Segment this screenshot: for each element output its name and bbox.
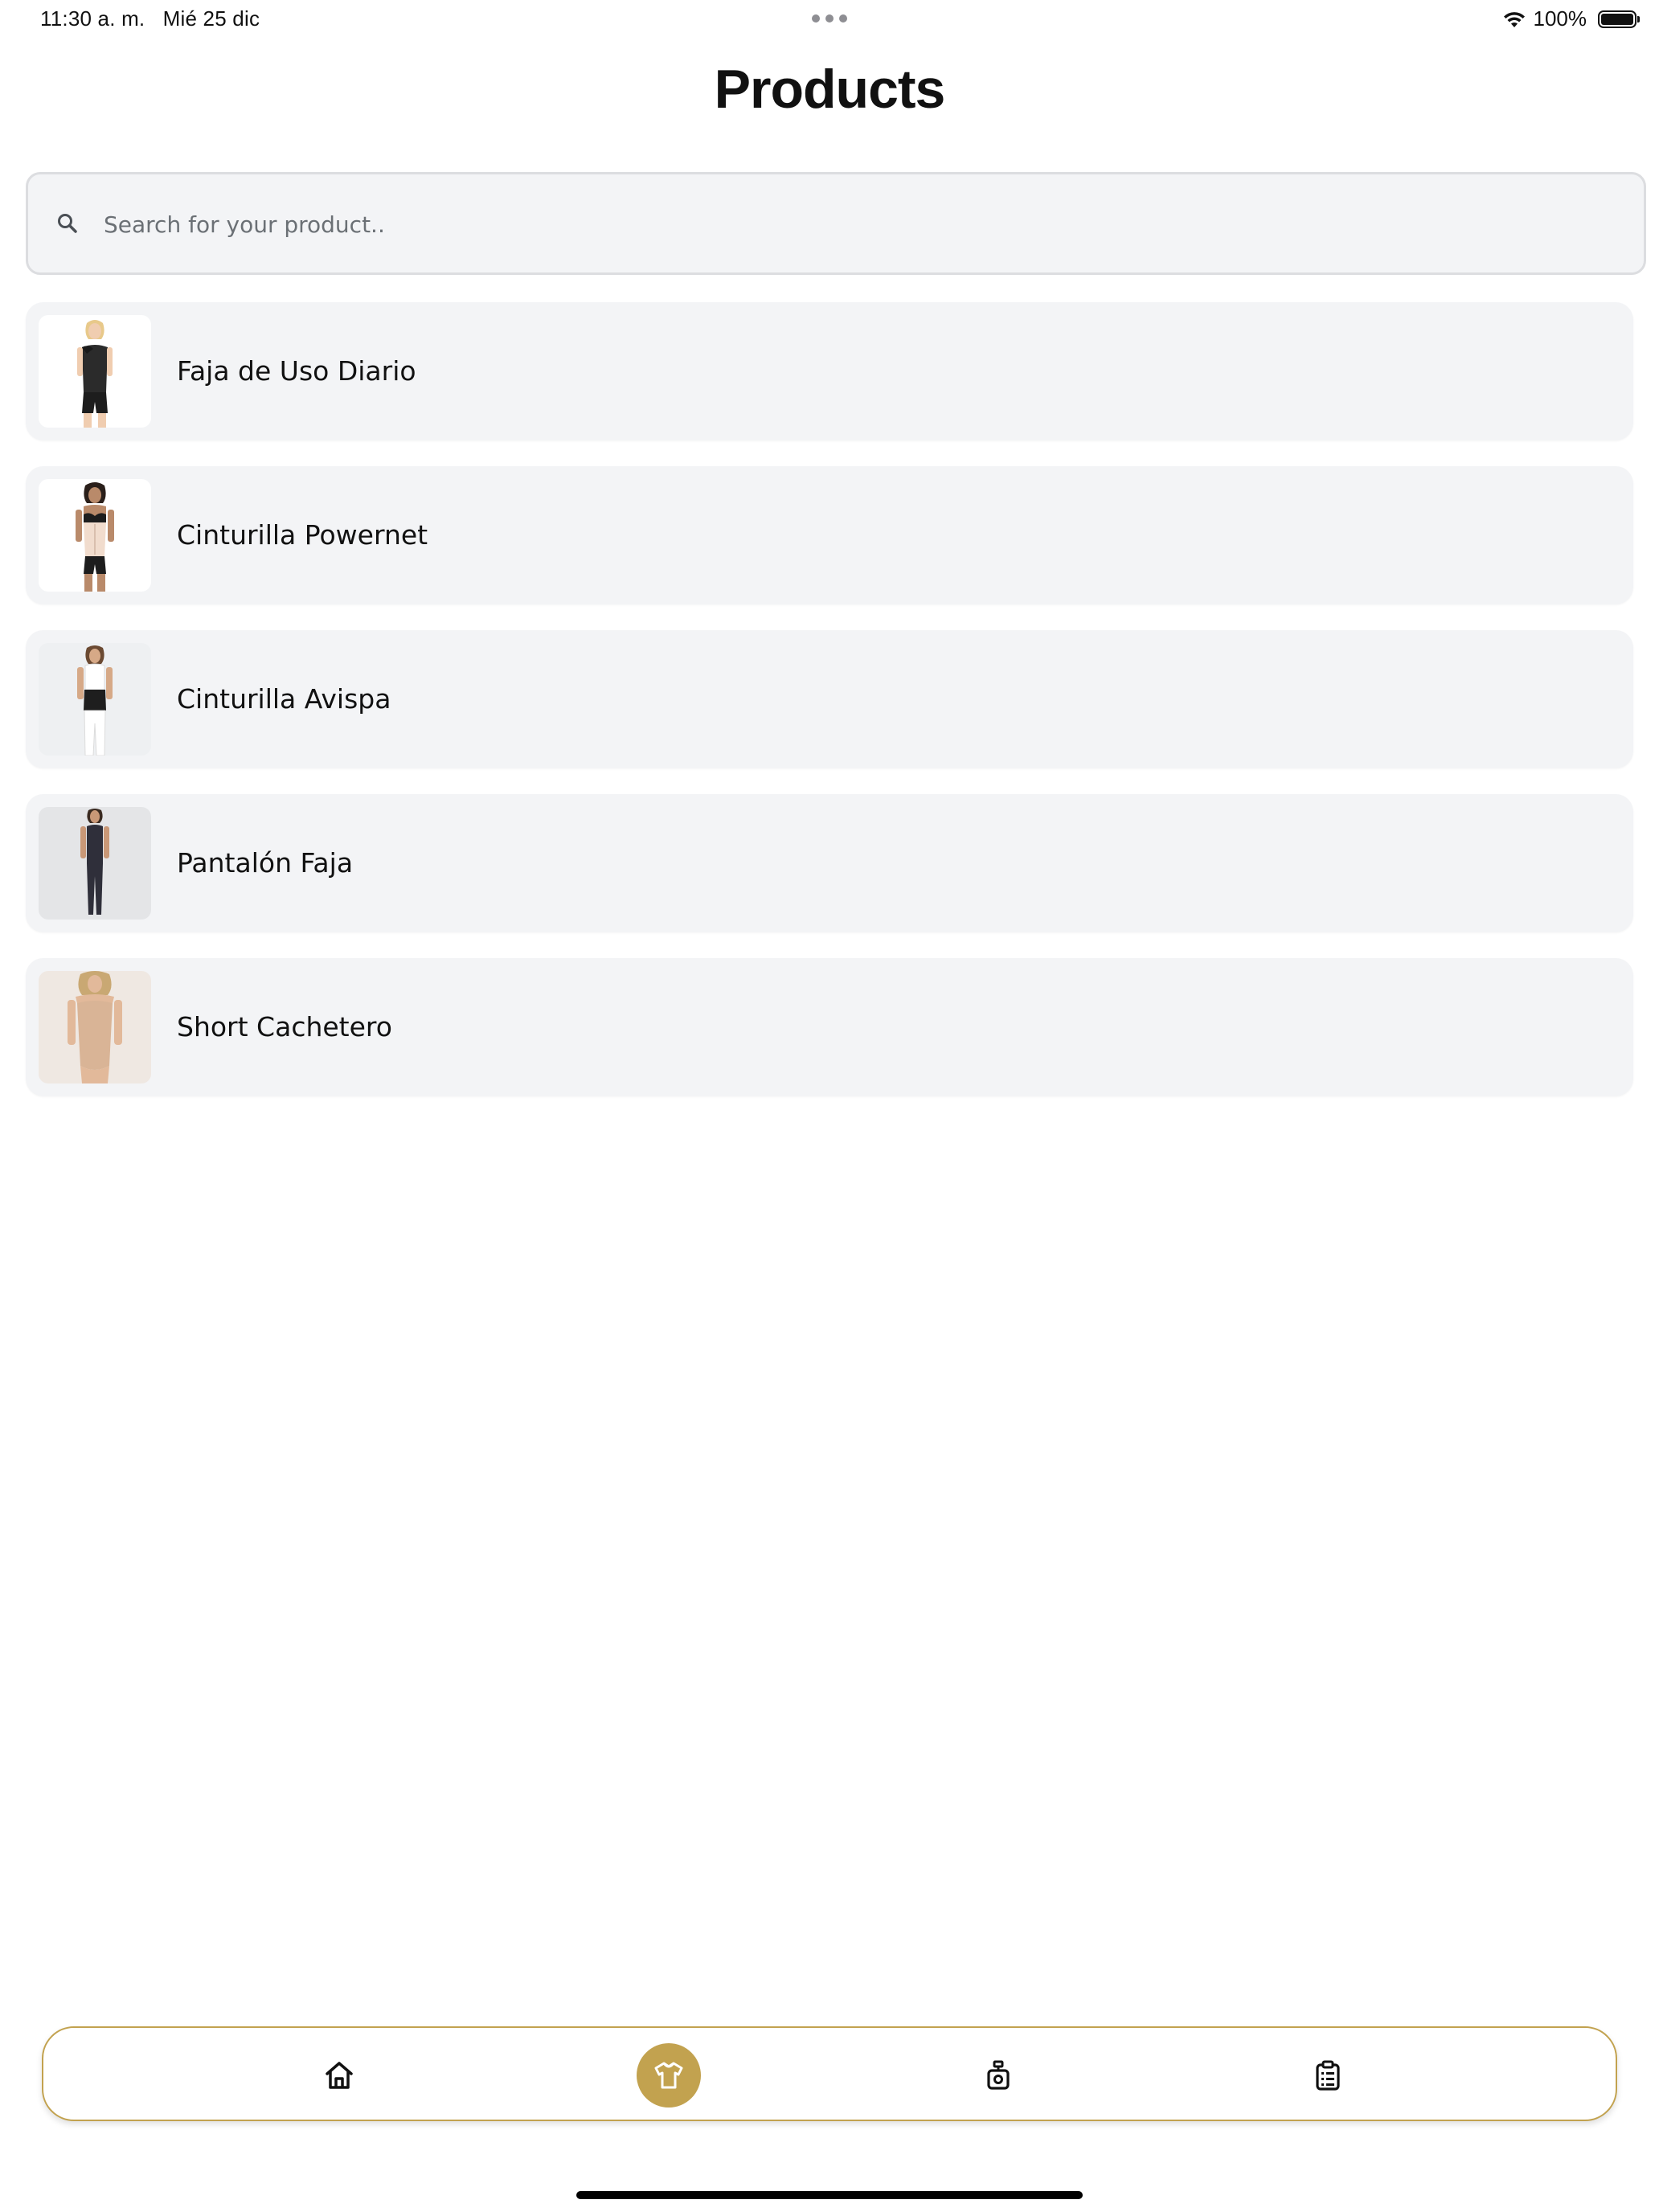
status-bar: 11:30 a. m. Mié 25 dic 100% (0, 0, 1659, 39)
wifi-icon (1503, 11, 1525, 27)
bottom-navigation-bar (42, 2026, 1617, 2121)
product-image-black-waist-belt (39, 643, 151, 756)
search-input[interactable] (102, 174, 1616, 274)
product-image-full-body-legging-shaper (39, 807, 151, 920)
perfume-bottle-icon (987, 2060, 1010, 2090)
battery-percent: 100% (1533, 6, 1587, 31)
battery-icon (1598, 10, 1640, 28)
product-item[interactable]: Faja de Uso Diario (26, 302, 1633, 440)
product-name: Faja de Uso Diario (177, 355, 416, 387)
search-bar[interactable] (26, 172, 1646, 275)
product-item[interactable]: Cinturilla Avispa (26, 630, 1633, 768)
product-name: Cinturilla Powernet (177, 519, 428, 551)
product-name: Cinturilla Avispa (177, 683, 391, 715)
nav-home[interactable] (307, 2043, 371, 2108)
product-image-black-bodysuit-shaper (39, 315, 151, 428)
nav-products[interactable] (637, 2043, 701, 2108)
status-time: 11:30 a. m. (40, 6, 145, 31)
status-indicators: 100% (1501, 6, 1640, 31)
home-indicator[interactable] (576, 2191, 1083, 2199)
multitasking-dots-icon[interactable] (812, 14, 847, 23)
product-name: Pantalón Faja (177, 847, 354, 879)
nav-orders[interactable] (1296, 2043, 1360, 2108)
status-date: Mié 25 dic (162, 6, 260, 31)
nav-perfumes[interactable] (966, 2043, 1030, 2108)
product-item[interactable]: Short Cachetero (26, 958, 1633, 1096)
status-time-date: 11:30 a. m. Mié 25 dic (40, 6, 260, 31)
product-item[interactable]: Pantalón Faja (26, 794, 1633, 932)
shirt-icon (654, 2062, 683, 2089)
product-list: Faja de Uso Diario Cinturilla Powernet C… (26, 302, 1633, 1122)
clipboard-list-icon (1316, 2060, 1340, 2091)
product-name: Short Cachetero (177, 1011, 392, 1043)
home-icon (326, 2062, 353, 2089)
page-title: Products (714, 59, 946, 120)
product-image-nude-strapless-bodysuit (39, 971, 151, 1083)
search-icon (58, 214, 77, 233)
product-image-beige-waist-cincher (39, 479, 151, 592)
product-item[interactable]: Cinturilla Powernet (26, 466, 1633, 604)
